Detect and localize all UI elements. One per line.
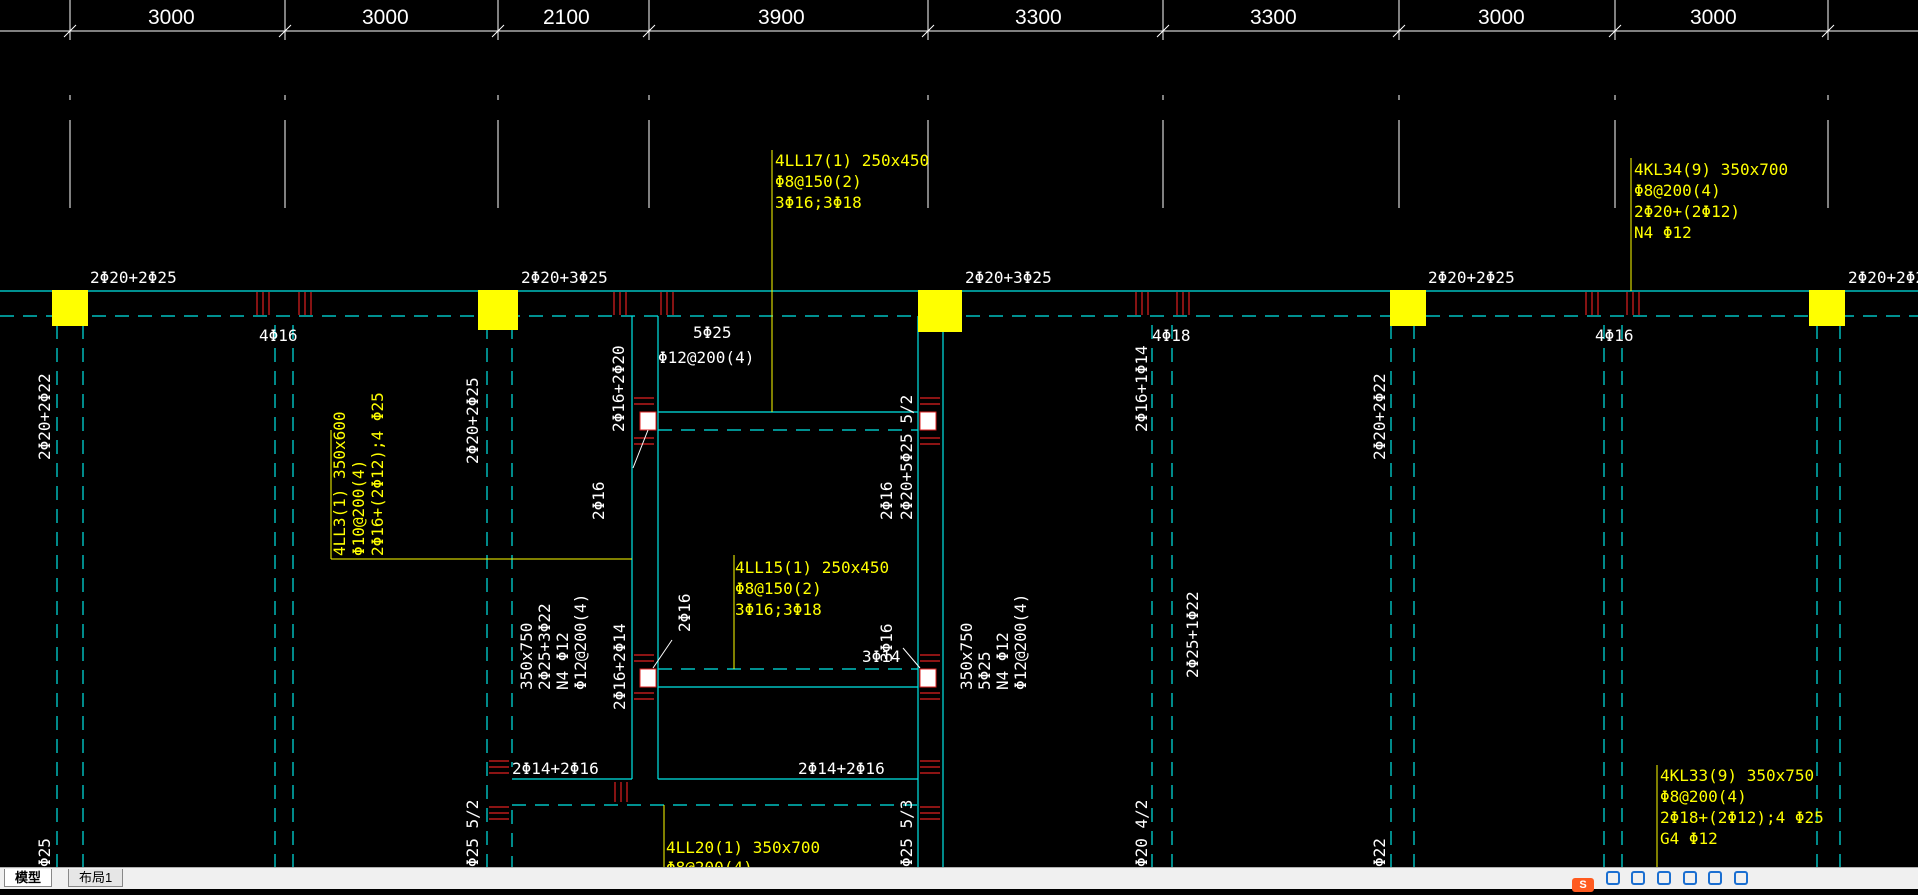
rebar-marks	[256, 292, 1640, 820]
dimension-labels: 3000 3000 2100 3900 3300 3300 3000 3000	[148, 6, 1737, 29]
rebar-label: 2Φ20+5Φ25 5/2	[897, 395, 916, 520]
beam-annotation-line: 3Φ16;3Φ18	[735, 600, 822, 619]
columns[interactable]	[52, 290, 1845, 332]
beam-annotation-line: Φ10@200(4)	[349, 460, 368, 556]
vertical-labels: 2Φ20+2Φ22 2Φ20+2Φ25 2Φ16+2Φ20 2Φ16 2Φ16+…	[35, 345, 1389, 867]
rebar-label: 2Φ16	[877, 481, 896, 520]
beam-annotation-line: 4LL17(1) 250x450	[775, 151, 929, 170]
rebar-label: Φ25 5/3	[897, 800, 916, 867]
osnap-icon[interactable]	[1708, 871, 1723, 885]
beam-annotation-line: Φ8@150(2)	[775, 172, 862, 191]
rebar-label: Φ25	[35, 838, 54, 867]
beam-side-info-right: 350x750 5Φ25 N4 Φ12 Φ12@200(4)	[957, 594, 1030, 690]
rebar-label: 2Φ20+2Φ2	[1848, 268, 1918, 287]
dimension-label: 2100	[543, 6, 590, 29]
dimension-label: 3000	[1478, 6, 1525, 29]
annotation-kl34[interactable]: 4KL34(9) 350x700 Φ8@200(4) 2Φ20+(2Φ12) N…	[1634, 160, 1788, 242]
stirrup-count: 4Φ16	[1595, 326, 1634, 345]
beam-annotation-line: 2Φ18+(2Φ12);4 Φ25	[1660, 808, 1824, 827]
beam-side-line: 2Φ25+3Φ22	[535, 603, 554, 690]
column	[918, 290, 962, 332]
annotation-ll20[interactable]: 4LL20(1) 350x700 Φ8@200(4)	[666, 838, 820, 867]
rebar-label: Φ22	[1370, 838, 1389, 867]
rebar-label: 2Φ14+2Φ16	[798, 759, 885, 778]
annotation-ll3[interactable]: 4LL3(1) 350x600 Φ10@200(4) 2Φ16+(2Φ12);4…	[330, 392, 387, 556]
dimension-row	[0, 0, 1918, 208]
beam-annotation-line: 2Φ20+(2Φ12)	[1634, 202, 1740, 221]
coupling-beam-walls[interactable]	[512, 316, 944, 867]
beam-side-line: Φ12@200(4)	[571, 594, 590, 690]
beam-side-line: 350x750	[517, 623, 536, 690]
rebar-label: 2Φ25+1Φ22	[1183, 591, 1202, 678]
annotation-kl33[interactable]: 4KL33(9) 350x750 Φ8@200(4) 2Φ18+(2Φ12);4…	[1660, 766, 1824, 848]
rebar-label: Φ25 5/2	[463, 800, 482, 867]
tab-layout1[interactable]: 布局1	[68, 869, 124, 887]
rebar-label: 2Φ20+2Φ22	[1370, 373, 1389, 460]
rebar-label: 5Φ25	[693, 323, 732, 342]
beam-annotation-line: 4LL3(1) 350x600	[330, 412, 349, 557]
rebar-label: 2Φ16+2Φ14	[610, 623, 629, 710]
stirrup-label: Φ12@200(4)	[658, 348, 754, 367]
annotation-ll15[interactable]: 4LL15(1) 250x450 Φ8@150(2) 3Φ16;3Φ18	[735, 558, 889, 619]
grid-icon[interactable]	[1631, 871, 1646, 885]
beam-annotation-line: 3Φ16;3Φ18	[775, 193, 862, 212]
stirrup-count: 4Φ18	[1152, 326, 1191, 345]
beam-annotation-line: Φ8@200(4)	[666, 858, 753, 867]
beam-annotation-line: 2Φ16+(2Φ12);4 Φ25	[368, 392, 387, 556]
vertical-beams[interactable]	[56, 325, 1841, 867]
column	[478, 290, 518, 330]
rebar-label: 2Φ14+2Φ16	[512, 759, 599, 778]
column	[1809, 290, 1845, 326]
stirrup-count: 4Φ16	[259, 326, 298, 345]
rebar-label: 2Φ20+2Φ22	[35, 373, 54, 460]
dimension-label: 3000	[362, 6, 409, 29]
beam-side-line: Φ12@200(4)	[1011, 594, 1030, 690]
beam-annotation-line: Φ8@150(2)	[735, 579, 822, 598]
beam-annotation-line: 4LL20(1) 350x700	[666, 838, 820, 857]
beam-side-line: N4 Φ12	[553, 632, 572, 690]
status-icons: S	[1568, 868, 1752, 892]
middle-labels: 5Φ25 Φ12@200(4) 3Φ14 2Φ14+2Φ16 2Φ14+2Φ16	[512, 323, 901, 778]
dimension-label: 3300	[1015, 6, 1062, 29]
beam-side-line: 350x750	[957, 623, 976, 690]
beam-annotation-line: 4KL34(9) 350x700	[1634, 160, 1788, 179]
rebar-label: 2Φ16+1Φ14	[1132, 345, 1151, 432]
dimension-label: 3300	[1250, 6, 1297, 29]
beam-annotation-line: Φ8@200(4)	[1634, 181, 1721, 200]
rebar-label: 3Φ14	[862, 647, 901, 666]
beam-side-line: 5Φ25	[975, 651, 994, 690]
beam-side-info-left: 350x750 2Φ25+3Φ22 N4 Φ12 Φ12@200(4)	[517, 594, 590, 690]
rebar-label: Φ20 4/2	[1132, 800, 1151, 867]
settings-icon[interactable]	[1733, 871, 1748, 885]
polar-icon[interactable]	[1682, 871, 1697, 885]
tab-model[interactable]: 模型	[4, 869, 53, 887]
beam-side-line: N4 Φ12	[993, 632, 1012, 690]
rebar-label: 2Φ16	[589, 481, 608, 520]
rebar-label: 2Φ16	[675, 593, 694, 632]
column	[1390, 290, 1426, 326]
rebar-label: 2Φ20+2Φ25	[463, 377, 482, 464]
rebar-label: 2Φ20+3Φ25	[521, 268, 608, 287]
beam-annotation-line: 4LL15(1) 250x450	[735, 558, 889, 577]
dimension-label: 3000	[1690, 6, 1737, 29]
brand-icon[interactable]: S	[1572, 878, 1594, 892]
rebar-label: 2Φ20+2Φ25	[1428, 268, 1515, 287]
top-rebar-labels: 2Φ20+2Φ25 2Φ20+3Φ25 2Φ20+3Φ25 2Φ20+2Φ25 …	[90, 268, 1918, 345]
rebar-label: 2Φ20+3Φ25	[965, 268, 1052, 287]
rebar-label: 2Φ20+2Φ25	[90, 268, 177, 287]
dimension-label: 3900	[758, 6, 805, 29]
ortho-icon[interactable]	[1656, 871, 1671, 885]
beam-annotation-line: 4KL33(9) 350x750	[1660, 766, 1814, 785]
rebar-label: 2Φ16+2Φ20	[609, 345, 628, 432]
snap-icon[interactable]	[1605, 871, 1620, 885]
beam-annotation-line: N4 Φ12	[1634, 223, 1692, 242]
beam-annotation-line: Φ8@200(4)	[1660, 787, 1747, 806]
annotation-ll17[interactable]: 4LL17(1) 250x450 Φ8@150(2) 3Φ16;3Φ18	[775, 151, 929, 212]
dimension-label: 3000	[148, 6, 195, 29]
beam-annotation-line: G4 Φ12	[1660, 829, 1718, 848]
cad-drawing-canvas[interactable]: 3000 3000 2100 3900 3300 3300 3000 3000	[0, 0, 1918, 867]
column	[52, 290, 88, 326]
layout-tab-bar: 模型 布局1 S	[0, 867, 1918, 892]
